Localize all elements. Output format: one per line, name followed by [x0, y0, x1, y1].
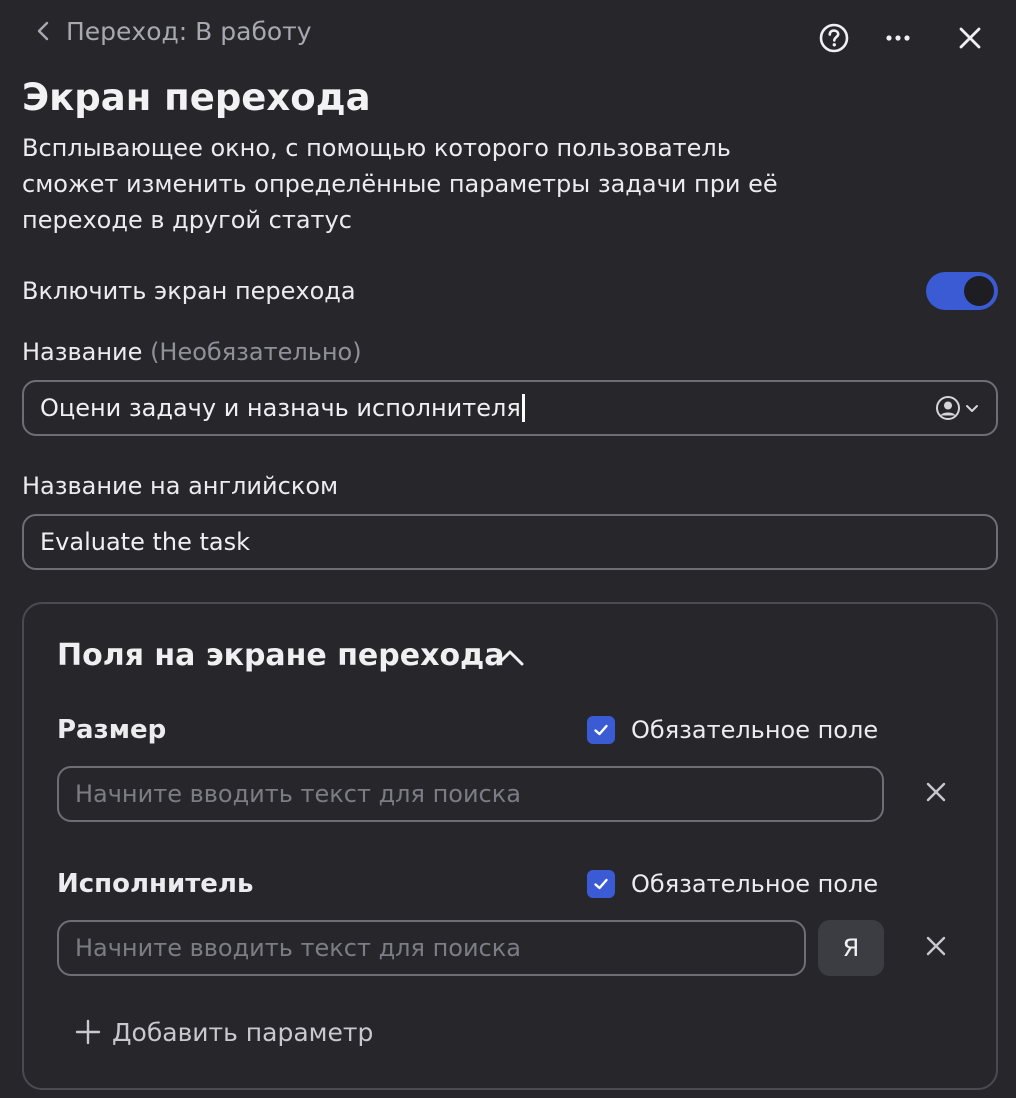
- english-name-input-value: Evaluate the task: [40, 528, 250, 556]
- text-caret: [521, 394, 525, 422]
- chevron-up-icon[interactable]: [494, 642, 526, 674]
- chevron-left-icon: [37, 21, 49, 41]
- enable-transition-screen-toggle[interactable]: [926, 272, 998, 310]
- chevron-down-icon: [966, 405, 978, 412]
- back-link-label: Переход: В работу: [66, 16, 312, 46]
- assign-me-button[interactable]: Я: [818, 920, 884, 976]
- toggle-knob: [964, 276, 994, 306]
- help-button[interactable]: [814, 18, 854, 58]
- required-checkbox-assignee[interactable]: Обязательное поле: [587, 870, 878, 898]
- required-checkbox-size[interactable]: Обязательное поле: [587, 716, 878, 744]
- page-title: Экран перехода: [22, 76, 371, 119]
- field-name-assignee: Исполнитель: [57, 869, 254, 899]
- search-placeholder: Начните вводить текст для поиска: [75, 780, 521, 808]
- name-label-text: Название: [22, 338, 143, 366]
- toggle-label: Включить экран перехода: [22, 277, 356, 305]
- required-label: Обязательное поле: [631, 870, 879, 898]
- check-icon: [594, 724, 608, 736]
- size-search-input[interactable]: Начните вводить текст для поиска: [57, 766, 884, 822]
- assignee-search-input[interactable]: Начните вводить текст для поиска: [57, 920, 806, 976]
- add-parameter-button[interactable]: Добавить параметр: [74, 1012, 373, 1052]
- check-icon: [594, 878, 608, 890]
- checkbox[interactable]: [587, 716, 615, 744]
- name-variable-dropdown[interactable]: [935, 395, 980, 421]
- help-circle-icon: [819, 23, 849, 53]
- close-icon: [926, 936, 946, 956]
- checkbox[interactable]: [587, 870, 615, 898]
- more-button[interactable]: [878, 18, 918, 58]
- name-input-value: Оцени задачу и назначь исполнителя: [40, 394, 521, 422]
- fields-section-title[interactable]: Поля на экране перехода: [57, 632, 505, 680]
- close-icon: [959, 27, 981, 49]
- remove-size-field-button[interactable]: [916, 772, 956, 812]
- add-parameter-label: Добавить параметр: [112, 1017, 374, 1047]
- english-name-input[interactable]: Evaluate the task: [22, 514, 998, 570]
- back-link[interactable]: Переход: В работу: [34, 10, 312, 52]
- user-circle-icon: [936, 396, 960, 420]
- name-input[interactable]: Оцени задачу и назначь исполнителя: [22, 380, 998, 436]
- name-input-text-wrap: Оцени задачу и назначь исполнителя: [40, 394, 525, 422]
- english-name-label: Название на английском: [22, 472, 339, 500]
- close-button[interactable]: [950, 18, 990, 58]
- close-icon: [926, 782, 946, 802]
- plus-icon: [75, 1019, 101, 1045]
- search-placeholder: Начните вводить текст для поиска: [75, 934, 521, 962]
- name-label: Название (Необязательно): [22, 334, 362, 370]
- page-description: Всплывающее окно, с помощью которого пол…: [22, 134, 778, 234]
- field-name-size: Размер: [57, 715, 167, 745]
- required-label: Обязательное поле: [631, 716, 879, 744]
- more-horizontal-icon: [886, 35, 910, 41]
- optional-hint: (Необязательно): [150, 338, 362, 366]
- remove-assignee-field-button[interactable]: [916, 926, 956, 966]
